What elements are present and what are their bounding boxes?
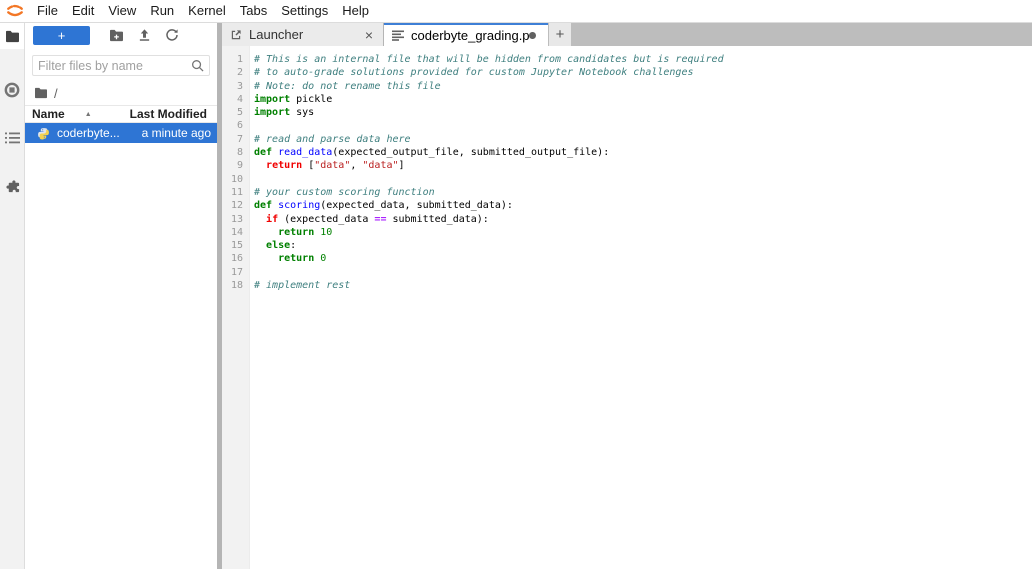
list-icon bbox=[5, 132, 20, 144]
sort-ascending-icon: ▲ bbox=[85, 111, 92, 118]
new-folder-button[interactable] bbox=[102, 25, 130, 45]
line-number: 13 bbox=[222, 213, 243, 226]
tab-launcher-label: Launcher bbox=[249, 27, 303, 42]
code-lines: # This is an internal file that will be … bbox=[250, 46, 1032, 569]
code-line: # your custom scoring function bbox=[254, 186, 1032, 199]
tab-coderbyte-label: coderbyte_grading.py bbox=[411, 28, 529, 43]
line-number: 5 bbox=[222, 106, 243, 119]
code-line: import sys bbox=[254, 106, 1032, 119]
breadcrumb-root[interactable]: / bbox=[54, 86, 58, 101]
menu-item-settings[interactable]: Settings bbox=[274, 0, 335, 22]
breadcrumb: / bbox=[25, 85, 217, 101]
menu-item-help[interactable]: Help bbox=[335, 0, 376, 22]
code-line bbox=[254, 119, 1032, 132]
file-name: coderbyte... bbox=[57, 126, 120, 140]
launcher-icon bbox=[230, 29, 242, 41]
sidebar-item-commands[interactable] bbox=[0, 125, 24, 151]
code-line: return 0 bbox=[254, 252, 1032, 265]
unsaved-changes-dot bbox=[529, 32, 536, 39]
code-line bbox=[254, 266, 1032, 279]
line-number: 3 bbox=[222, 80, 243, 93]
line-number: 8 bbox=[222, 146, 243, 159]
line-number: 12 bbox=[222, 199, 243, 212]
file-browser-panel: + / bbox=[25, 23, 217, 569]
line-number: 18 bbox=[222, 279, 243, 292]
code-line: return 10 bbox=[254, 226, 1032, 239]
code-line bbox=[254, 173, 1032, 186]
sidebar-item-file-browser[interactable] bbox=[0, 23, 24, 49]
menu-items: FileEditViewRunKernelTabsSettingsHelp bbox=[30, 0, 376, 22]
menu-item-tabs[interactable]: Tabs bbox=[233, 0, 274, 22]
code-line: if (expected_data == submitted_data): bbox=[254, 213, 1032, 226]
stop-circle-icon bbox=[4, 82, 20, 98]
jupyterlab-window: FileEditViewRunKernelTabsSettingsHelp bbox=[0, 0, 1032, 569]
code-line: # to auto-grade solutions provided for c… bbox=[254, 66, 1032, 79]
line-number: 11 bbox=[222, 186, 243, 199]
code-editor[interactable]: 123456789101112131415161718 # This is an… bbox=[222, 46, 1032, 569]
add-tab-button[interactable]: + bbox=[549, 23, 571, 46]
menu-item-view[interactable]: View bbox=[101, 0, 143, 22]
code-line: return ["data", "data"] bbox=[254, 159, 1032, 172]
code-line: import pickle bbox=[254, 93, 1032, 106]
column-header-last-modified[interactable]: Last Modified bbox=[130, 107, 207, 121]
tab-coderbyte-grading[interactable]: coderbyte_grading.py bbox=[384, 23, 548, 46]
column-header-name[interactable]: Name bbox=[32, 107, 65, 121]
line-number-gutter: 123456789101112131415161718 bbox=[222, 46, 250, 569]
search-icon bbox=[191, 59, 204, 72]
line-number: 9 bbox=[222, 159, 243, 172]
new-launcher-button[interactable]: + bbox=[33, 26, 90, 45]
line-number: 4 bbox=[222, 93, 243, 106]
code-line: def read_data(expected_output_file, subm… bbox=[254, 146, 1032, 159]
python-file-icon bbox=[37, 127, 50, 140]
code-line: # read and parse data here bbox=[254, 133, 1032, 146]
line-number: 10 bbox=[222, 173, 243, 186]
sidebar-item-running-kernels[interactable] bbox=[0, 77, 24, 103]
filter-files-input[interactable] bbox=[38, 59, 191, 73]
file-row-coderbyte[interactable]: coderbyte... a minute ago bbox=[25, 123, 217, 143]
refresh-button[interactable] bbox=[158, 25, 186, 45]
dock-tab-bar: Launcher × coderbyte_grading.py bbox=[222, 23, 1032, 46]
code-line: # Note: do not rename this file bbox=[254, 80, 1032, 93]
code-line: # This is an internal file that will be … bbox=[254, 53, 1032, 66]
line-number: 15 bbox=[222, 239, 243, 252]
jupyter-logo-icon bbox=[0, 2, 30, 20]
menu-item-run[interactable]: Run bbox=[143, 0, 181, 22]
editor-pane: Launcher × coderbyte_grading.py bbox=[222, 23, 1032, 569]
text-file-icon bbox=[392, 30, 404, 41]
filter-box bbox=[32, 55, 210, 76]
line-number: 6 bbox=[222, 119, 243, 132]
code-line: else: bbox=[254, 239, 1032, 252]
line-number: 7 bbox=[222, 133, 243, 146]
code-line: # implement rest bbox=[254, 279, 1032, 292]
left-sidebar bbox=[0, 23, 25, 569]
menu-item-kernel[interactable]: Kernel bbox=[181, 0, 233, 22]
file-browser-toolbar: + bbox=[25, 23, 217, 47]
line-number: 2 bbox=[222, 66, 243, 79]
line-number: 1 bbox=[222, 53, 243, 66]
file-last-modified: a minute ago bbox=[142, 126, 211, 140]
sidebar-item-extensions[interactable] bbox=[0, 173, 24, 199]
code-line: def scoring(expected_data, submitted_dat… bbox=[254, 199, 1032, 212]
folder-icon bbox=[5, 30, 20, 43]
tab-close-icon[interactable]: × bbox=[363, 28, 375, 42]
menu-item-edit[interactable]: Edit bbox=[65, 0, 101, 22]
tab-launcher[interactable]: Launcher × bbox=[222, 23, 384, 46]
upload-button[interactable] bbox=[130, 25, 158, 45]
listing-header: Name ▲ Last Modified bbox=[25, 105, 217, 123]
line-number: 17 bbox=[222, 266, 243, 279]
line-number: 16 bbox=[222, 252, 243, 265]
line-number: 14 bbox=[222, 226, 243, 239]
menu-item-file[interactable]: File bbox=[30, 0, 65, 22]
home-folder-icon[interactable] bbox=[34, 87, 48, 99]
puzzle-icon bbox=[5, 179, 20, 194]
menu-bar: FileEditViewRunKernelTabsSettingsHelp bbox=[0, 0, 1032, 23]
